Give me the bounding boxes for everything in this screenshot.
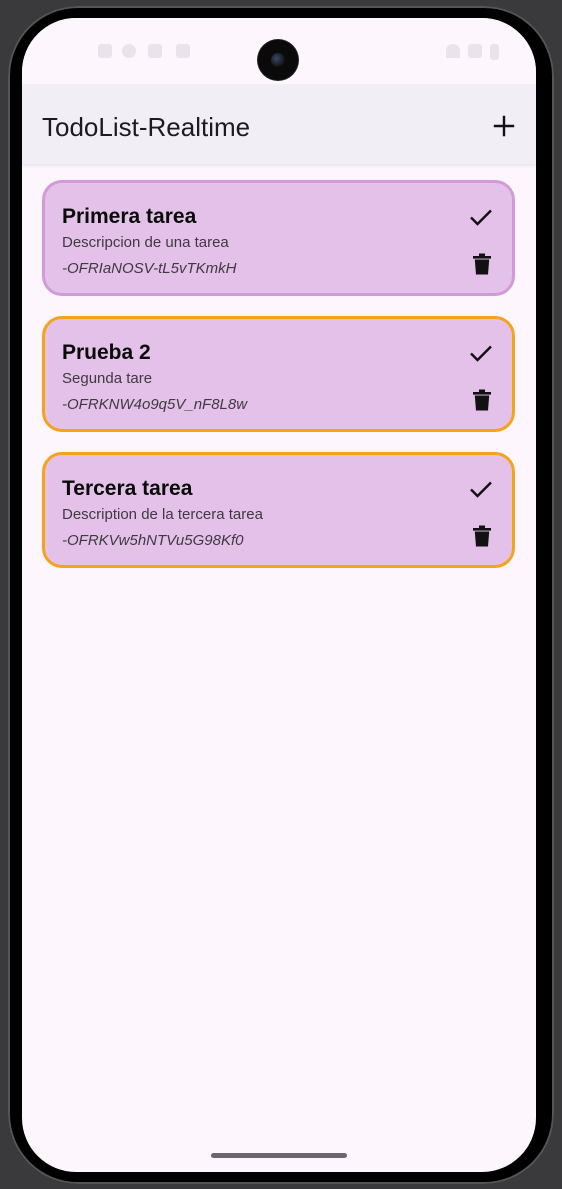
check-icon — [470, 345, 492, 362]
trash-icon — [473, 525, 491, 547]
task-id: -OFRIaNOSV-tL5vTKmkH — [62, 260, 237, 277]
task-title: Tercera tarea — [62, 477, 193, 500]
status-icon-4 — [176, 44, 190, 58]
app-screen: TodoList-Realtime Primera tarea Descripc… — [22, 18, 536, 1172]
delete-task-button[interactable] — [467, 385, 497, 415]
status-icon-1 — [98, 44, 112, 58]
delete-task-button[interactable] — [467, 249, 497, 279]
device-frame: TodoList-Realtime Primera tarea Descripc… — [0, 0, 562, 1189]
task-description: Description de la tercera tarea — [62, 506, 263, 523]
check-icon — [470, 481, 492, 498]
complete-task-button[interactable] — [465, 473, 497, 505]
plus-icon — [493, 115, 515, 137]
signal-icon — [468, 44, 482, 58]
status-icon-2 — [122, 44, 136, 58]
trash-icon — [473, 389, 491, 411]
home-indicator[interactable] — [211, 1153, 347, 1158]
delete-task-button[interactable] — [467, 521, 497, 551]
complete-task-button[interactable] — [465, 337, 497, 369]
add-task-button[interactable] — [484, 106, 524, 146]
app-title: TodoList-Realtime — [42, 112, 251, 142]
task-title: Primera tarea — [62, 205, 197, 228]
complete-task-button[interactable] — [465, 201, 497, 233]
trash-icon — [473, 253, 491, 275]
check-icon — [470, 209, 492, 226]
task-title: Prueba 2 — [62, 341, 151, 364]
task-description: Descripcion de una tarea — [62, 234, 229, 251]
task-description: Segunda tare — [62, 370, 153, 387]
task-card: Tercera tarea Description de la tercera … — [42, 452, 515, 568]
task-card: Prueba 2 Segunda tare -OFRKNW4o9q5V_nF8L… — [42, 316, 515, 432]
task-card: Primera tarea Descripcion de una tarea -… — [42, 180, 515, 296]
task-id: -OFRKVw5hNTVu5G98Kf0 — [62, 532, 244, 549]
front-camera — [258, 40, 298, 80]
wifi-icon — [446, 44, 460, 58]
task-list: Primera tarea Descripcion de una tarea -… — [42, 180, 515, 588]
task-id: -OFRKNW4o9q5V_nF8L8w — [62, 396, 248, 413]
status-bar — [22, 18, 536, 84]
status-icon-3 — [148, 44, 162, 58]
battery-icon — [490, 44, 499, 60]
top-app-bar: TodoList-Realtime — [22, 84, 536, 164]
